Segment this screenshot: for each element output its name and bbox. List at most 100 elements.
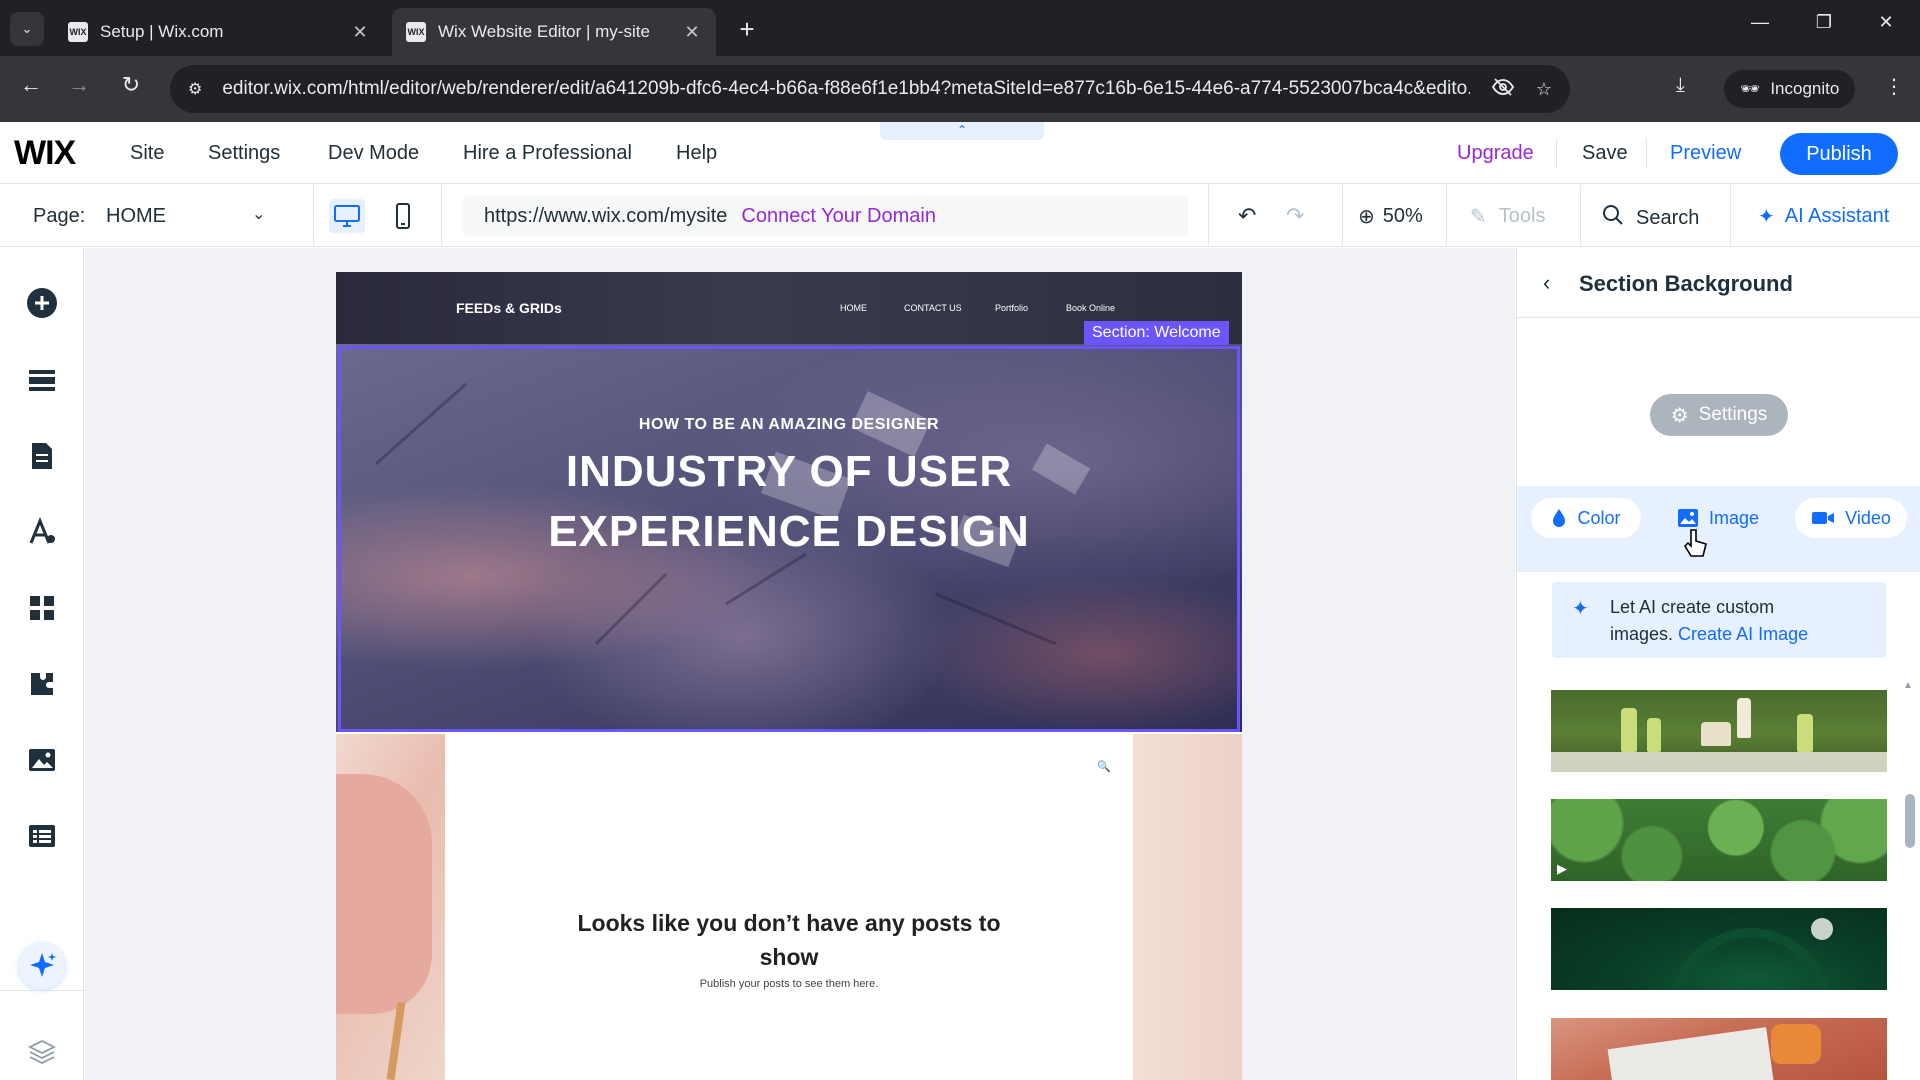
section-selection-outline (338, 346, 1240, 732)
site-nav-contact-us[interactable]: CONTACT US (904, 303, 962, 313)
page-selector[interactable]: HOME (106, 205, 166, 228)
divider (1342, 185, 1343, 247)
address-url: editor.wix.com/html/editor/web/renderer/… (222, 78, 1470, 99)
search-icon (1602, 204, 1624, 232)
divider (1580, 185, 1581, 247)
background-type-tabs: Color Image Video (1517, 486, 1920, 572)
scroll-up-arrow-icon[interactable]: ▲ (1903, 680, 1913, 691)
save-button[interactable]: Save (1582, 142, 1628, 165)
wix-logo[interactable]: WIX (14, 134, 76, 173)
site-design-icon[interactable] (22, 512, 62, 552)
tab-close-icon[interactable]: ✕ (682, 22, 702, 43)
address-bar[interactable]: ⚙ editor.wix.com/html/editor/web/rendere… (170, 65, 1570, 113)
site-nav-book-online[interactable]: Book Online (1066, 303, 1115, 313)
tools-label: Tools (1498, 205, 1546, 227)
tab-title: Setup | Wix.com (100, 22, 224, 41)
desktop-view-icon[interactable] (329, 199, 365, 233)
blog-empty-subtitle: Publish your posts to see them here. (699, 978, 879, 990)
ai-promo-text: Let AI create custom (1610, 597, 1775, 617)
ai-assistant-button[interactable]: ✦ AI Assistant (1758, 204, 1889, 229)
wix-editor-toolbar: Page: HOME ⌄ https://www.wix.com/mysite … (0, 185, 1920, 247)
site-nav-portfolio[interactable]: Portfolio (995, 303, 1028, 313)
tools-icon: ✎ (1470, 206, 1487, 228)
tab-color[interactable]: Color (1531, 498, 1641, 538)
menu-help[interactable]: Help (676, 142, 717, 165)
menu-site[interactable]: Site (130, 142, 164, 165)
incognito-badge[interactable]: 🕶 Incognito (1724, 70, 1856, 108)
restore-icon[interactable]: ❐ (1804, 12, 1844, 33)
sections-icon[interactable] (22, 360, 62, 400)
reload-icon[interactable]: ↻ (114, 72, 148, 98)
create-ai-image-link[interactable]: Create AI Image (1678, 624, 1808, 644)
undo-icon[interactable]: ↶ (1238, 203, 1256, 229)
preview-button[interactable]: Preview (1670, 142, 1741, 165)
chevron-down-icon[interactable]: ⌄ (252, 204, 265, 224)
blog-search-icon[interactable]: 🔍 (1097, 760, 1111, 773)
redo-icon[interactable]: ↷ (1286, 203, 1304, 229)
search-button[interactable]: Search (1602, 204, 1699, 232)
minimize-icon[interactable]: — (1740, 12, 1780, 33)
site-logo[interactable]: FEEDs & GRIDs (456, 300, 562, 316)
panel-scrollbar[interactable] (1905, 794, 1915, 848)
tab-search-chevron-icon[interactable]: ⌄ (10, 12, 44, 46)
cms-table-icon[interactable] (22, 816, 62, 856)
tools-button[interactable]: ✎ Tools (1470, 204, 1545, 229)
browser-menu-icon[interactable]: ⋮ (1884, 74, 1904, 99)
zoom-plus-icon: ⊕ (1358, 206, 1375, 228)
collapse-topbar-chevron-icon[interactable]: ⌃ (880, 122, 1044, 140)
browser-toolbar: ← → ↻ ⚙ editor.wix.com/html/editor/web/r… (0, 56, 1920, 122)
background-image-option[interactable] (1551, 1018, 1887, 1080)
background-image-option[interactable] (1551, 908, 1887, 990)
video-camera-icon (1811, 510, 1835, 526)
layers-icon[interactable] (22, 1032, 62, 1072)
bookmark-star-icon[interactable]: ☆ (1536, 79, 1552, 100)
ai-assistant-label: AI Assistant (1784, 205, 1890, 227)
left-tool-rail (0, 248, 84, 1080)
zoom-control[interactable]: ⊕ 50% (1358, 204, 1423, 229)
browser-tab-setup[interactable]: WIX Setup | Wix.com ✕ (54, 8, 384, 56)
forward-arrow-icon[interactable]: → (62, 72, 96, 98)
browser-tab-editor[interactable]: WIX Wix Website Editor | my-site ✕ (392, 8, 716, 56)
section-name-tag[interactable]: Section: Welcome (1084, 321, 1229, 345)
media-icon[interactable] (22, 740, 62, 780)
tab-video-label: Video (1845, 507, 1891, 528)
connect-domain-link[interactable]: Connect Your Domain (741, 205, 936, 228)
background-image-option[interactable] (1551, 690, 1887, 772)
tab-video[interactable]: Video (1795, 498, 1907, 538)
ai-promo-text: images. (1610, 624, 1674, 644)
business-tools-icon[interactable] (22, 664, 62, 704)
mouse-pointer-icon (1683, 528, 1709, 568)
ai-sparkle-icon[interactable] (19, 943, 65, 989)
back-chevron-icon[interactable]: ‹ (1543, 270, 1550, 296)
section-background-panel: ‹ Section Background ⚙ Settings Color Im… (1516, 248, 1920, 1080)
window-close-icon[interactable]: ✕ (1866, 12, 1906, 33)
mobile-view-icon[interactable] (385, 199, 421, 233)
editor-canvas[interactable]: FEEDs & GRIDs HOME CONTACT US Portfolio … (85, 248, 1515, 1080)
apps-grid-icon[interactable] (22, 588, 62, 628)
upgrade-link[interactable]: Upgrade (1457, 142, 1534, 165)
new-tab-plus-icon[interactable]: + (732, 14, 762, 45)
eye-off-icon[interactable] (1491, 77, 1514, 101)
incognito-icon: 🕶 (1740, 81, 1761, 98)
tab-image[interactable]: Image (1663, 498, 1773, 538)
background-image-option[interactable]: ▶ (1551, 799, 1887, 881)
download-icon[interactable]: ⤓ (1676, 74, 1685, 97)
menu-hire-a-professional[interactable]: Hire a Professional (463, 142, 632, 165)
pages-icon[interactable] (22, 436, 62, 476)
site-nav-home[interactable]: HOME (840, 303, 867, 313)
tab-close-icon[interactable]: ✕ (350, 22, 370, 43)
incognito-label: Incognito (1770, 79, 1840, 98)
back-arrow-icon[interactable]: ← (14, 72, 48, 98)
tab-title: Wix Website Editor | my-site (438, 22, 650, 41)
add-elements-icon[interactable] (22, 283, 62, 323)
menu-dev-mode[interactable]: Dev Mode (328, 142, 419, 165)
settings-button[interactable]: ⚙ Settings (1650, 394, 1788, 436)
site-info-icon[interactable]: ⚙ (188, 79, 202, 99)
droplet-icon (1551, 508, 1567, 528)
menu-settings[interactable]: Settings (208, 142, 280, 165)
wix-favicon-icon: WIX (406, 22, 426, 42)
divider (1208, 185, 1209, 247)
settings-label: Settings (1698, 404, 1768, 425)
blog-side-image-right (1133, 734, 1242, 1080)
publish-button[interactable]: Publish (1780, 133, 1898, 175)
